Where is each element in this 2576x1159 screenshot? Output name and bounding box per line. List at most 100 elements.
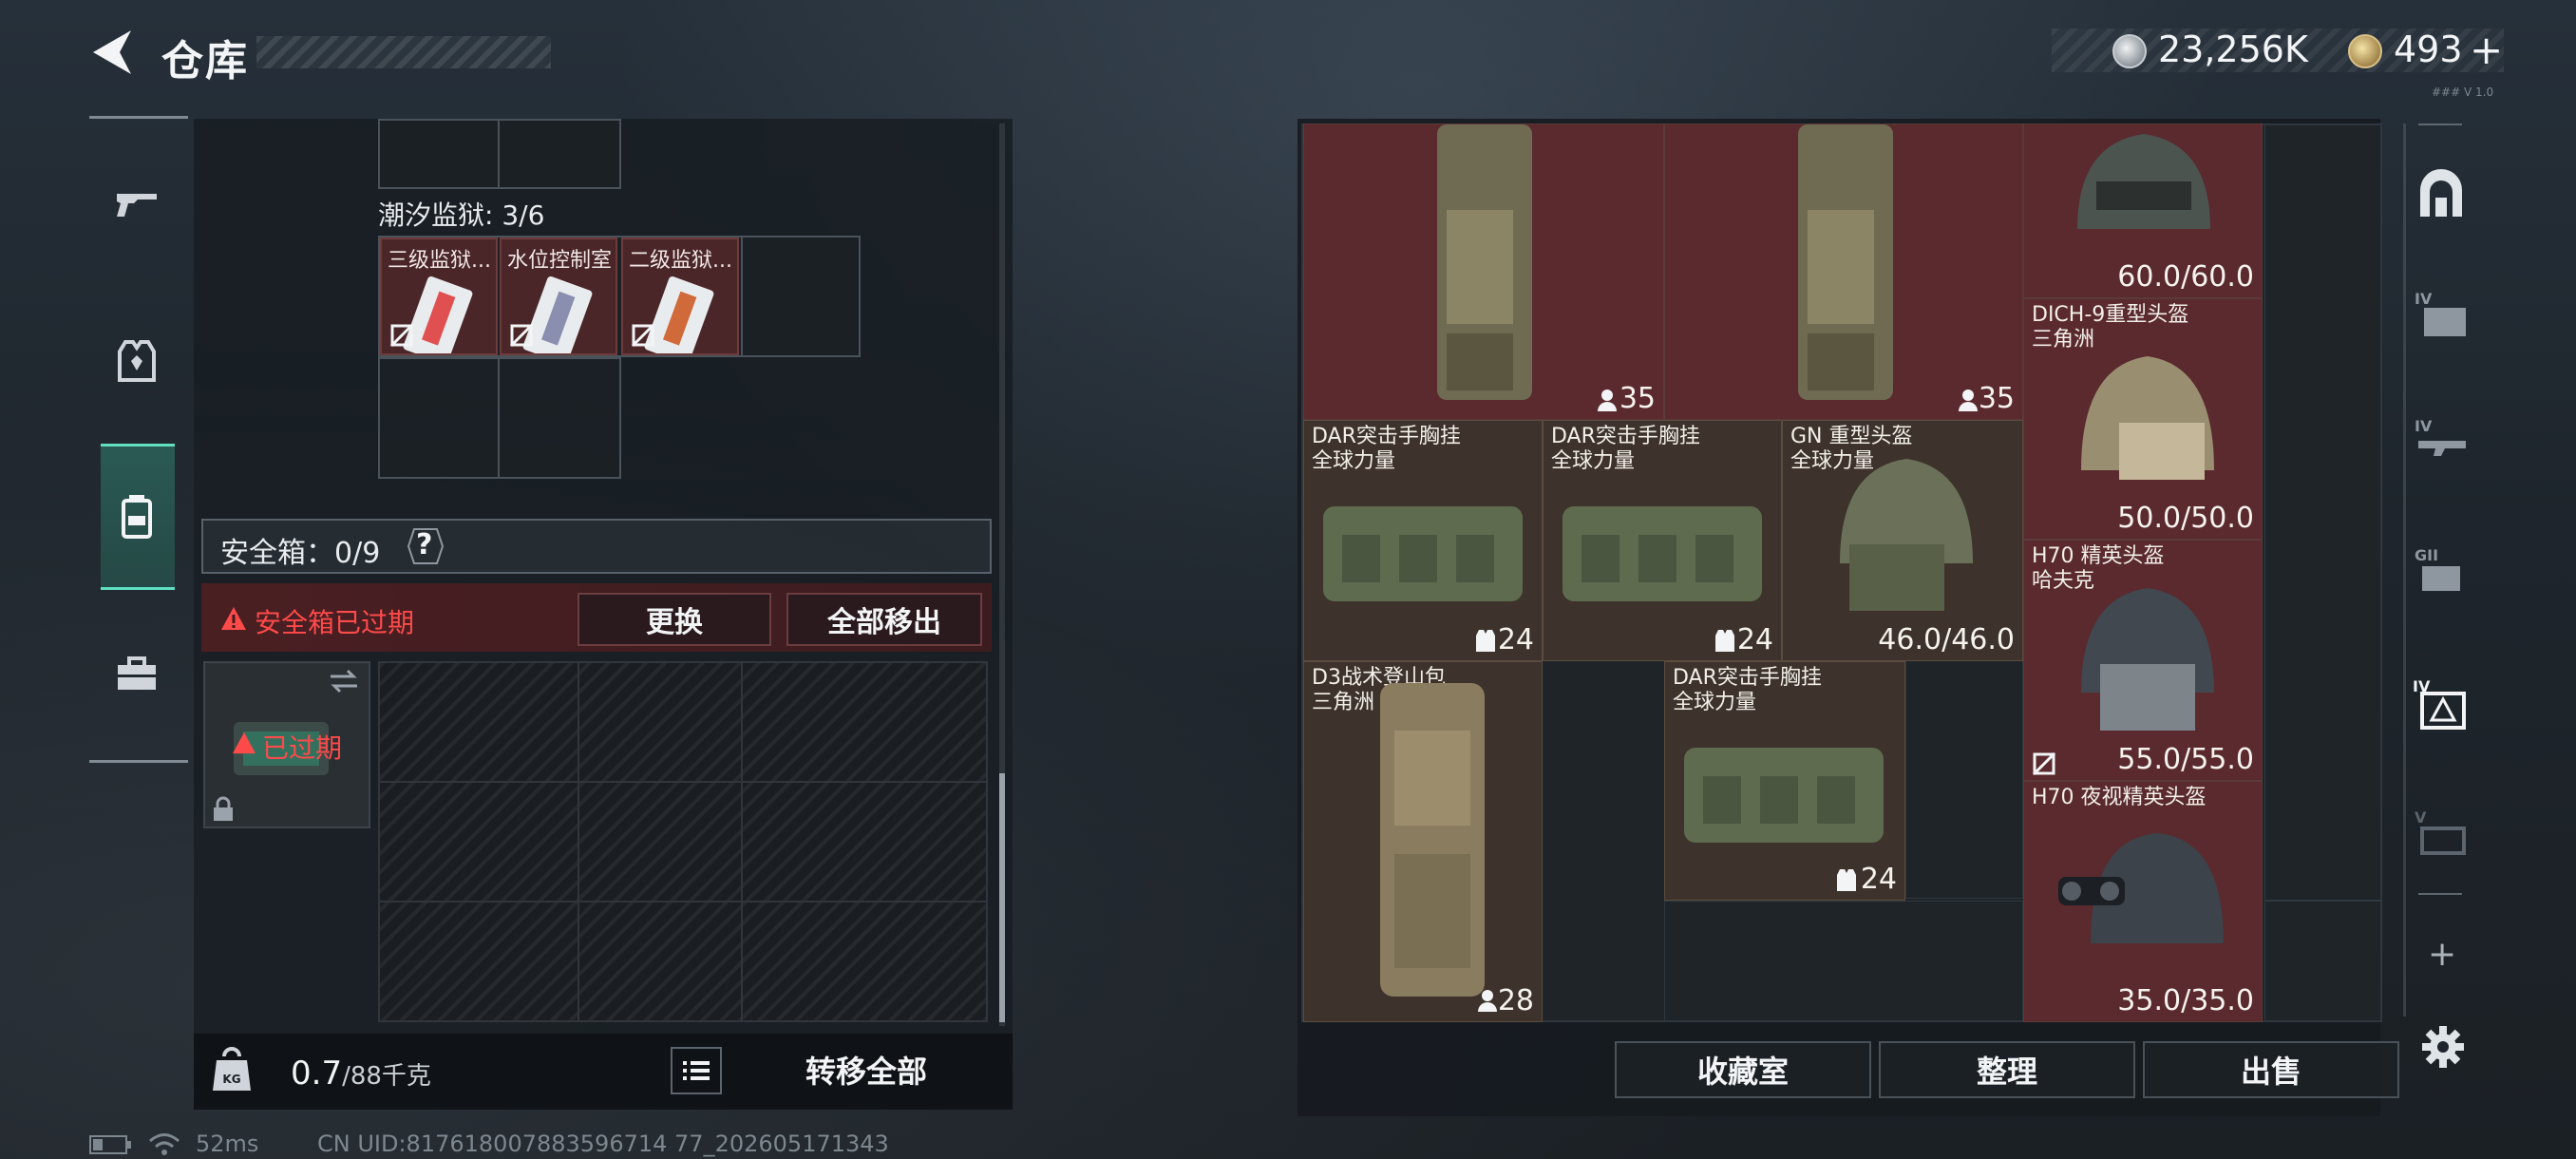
stash-item-rig[interactable]: DAR突击手胸挂 全球力量 24 (1543, 420, 1782, 661)
item-value: 24 (1736, 623, 1773, 656)
helmet-art (2081, 356, 2214, 480)
rail-tier-ii-case[interactable]: GII (2403, 532, 2479, 608)
person-icon (1478, 990, 1497, 1012)
swap-icon[interactable] (327, 667, 361, 695)
svg-text:IV: IV (2415, 417, 2433, 435)
tier-iv-rifle-icon: IV (2415, 417, 2466, 456)
add-currency-button[interactable]: + (2470, 27, 2503, 73)
weight-unit: /88千克 (342, 1062, 431, 1091)
inventory-scroll-thumb[interactable] (999, 773, 1005, 1022)
page-title: 仓库 (161, 37, 249, 86)
briefcase-icon (118, 656, 156, 690)
rail-tier-iv-rifle[interactable]: IV (2403, 403, 2479, 479)
svg-text:IV: IV (2415, 290, 2433, 308)
stash-item-helmet[interactable]: GN 重型头盔 全球力量 46.0/46.0 (1782, 420, 2023, 661)
lock-icon (214, 796, 233, 821)
helmet-art (1840, 459, 1973, 611)
rail-tier-v-case[interactable]: V (2403, 794, 2479, 870)
help-button[interactable]: ? (416, 528, 432, 561)
stash-item-rig[interactable]: 35 (1664, 124, 2023, 420)
item-value: 35.0/35.0 (2117, 984, 2254, 1017)
item-value: 35 (1619, 382, 1656, 415)
person-icon (1959, 390, 1978, 411)
tier-v-case-icon: V (2415, 808, 2466, 855)
weight-readout: 0.7/88千克 (291, 1054, 431, 1092)
wifi-icon (149, 1133, 180, 1155)
move-all-out-button[interactable]: 全部移出 (786, 593, 982, 646)
stash-item-rig[interactable]: DAR突击手胸挂 全球力量 24 (1303, 420, 1543, 661)
stash-item-rig[interactable]: DAR突击手胸挂 全球力量 24 (1664, 661, 1905, 901)
stash-item-helmet[interactable]: H70 夜视精英头盔 35.0/35.0 (2023, 781, 2263, 1022)
item-value: 55.0/55.0 (2117, 743, 2254, 776)
gun-icon (117, 194, 157, 217)
nav-armor[interactable] (99, 323, 175, 399)
nav-frame-top (89, 116, 188, 119)
key-name: 水位控制室 (507, 249, 613, 273)
container-grid-top (378, 119, 621, 189)
key-card[interactable]: 水位控制室 (500, 238, 617, 355)
rail-arch[interactable] (2403, 156, 2479, 232)
expired-label: 已过期 (262, 732, 343, 764)
chest-rig-art (1684, 748, 1884, 843)
ping-readout: 52ms (196, 1130, 259, 1157)
key-name: 二级监狱... (629, 249, 732, 273)
back-arrow-icon[interactable] (87, 27, 137, 78)
silver-balance: 23,256K (2158, 28, 2308, 70)
empty-slot (2264, 901, 2382, 1022)
svg-text:V: V (2415, 808, 2427, 826)
grid-divider (378, 781, 988, 783)
gear-icon[interactable] (2420, 1024, 2466, 1070)
chest-rig-art (1798, 124, 1893, 400)
weight-icon: KG (213, 1047, 251, 1091)
organize-button[interactable]: 整理 (1879, 1041, 2135, 1098)
item-value: 60.0/60.0 (2117, 260, 2254, 294)
expired-warning-icon (233, 732, 256, 754)
item-name: DAR突击手胸挂 全球力量 (1312, 425, 1461, 473)
no-insure-icon (509, 323, 534, 348)
uid-readout: CN UID:817618007883596714 77_20260517134… (317, 1130, 889, 1157)
collection-room-button[interactable]: 收藏室 (1615, 1041, 1871, 1098)
rail-tier-iv-active[interactable]: IV (2403, 665, 2479, 741)
vest-icon (1837, 869, 1856, 891)
key-lower-grid (378, 357, 621, 479)
helmet-art (2081, 588, 2214, 731)
version-text: ### V 1.0 (2432, 86, 2494, 99)
nav-case[interactable] (99, 636, 175, 712)
sell-button[interactable]: 出售 (2143, 1041, 2399, 1098)
battery-icon (89, 1135, 131, 1154)
stash-item-rig[interactable]: 35 (1303, 124, 1664, 420)
transfer-all-button[interactable]: 转移全部 (731, 1041, 1001, 1098)
item-value: 50.0/50.0 (2117, 502, 2254, 535)
stash-item-backpack[interactable]: D3战术登山包 三角洲 28 (1303, 661, 1543, 1022)
add-icon[interactable]: + (2428, 935, 2456, 974)
stash-item-helmet[interactable]: DICH-9重型头盔 三角洲 50.0/50.0 (2023, 298, 2263, 540)
grid-divider (498, 119, 500, 189)
safebox-locked-grid (378, 661, 988, 1022)
key-card[interactable]: 三级监狱... (380, 238, 498, 355)
list-view-button[interactable] (671, 1047, 722, 1094)
rail-tier-iv-folder[interactable]: IV (2403, 276, 2479, 352)
silver-coin-icon (2112, 34, 2147, 68)
replace-button[interactable]: 更换 (578, 593, 771, 646)
rail-separator (2418, 124, 2462, 125)
key-card[interactable]: 二级监狱... (621, 238, 739, 355)
chest-rig-art (1323, 506, 1523, 601)
item-value: 46.0/46.0 (1878, 623, 2015, 656)
safebox-label: 安全箱：0/9 (220, 537, 381, 570)
grid-divider (378, 901, 988, 902)
stash-item-helmet[interactable]: H70 精英头盔 哈夫克 55.0/55.0 (2023, 540, 2263, 781)
nav-backpack[interactable] (99, 479, 175, 555)
chest-rig-art (1437, 124, 1532, 400)
person-icon (1598, 390, 1617, 411)
no-insure-icon (389, 323, 414, 348)
grid-divider (498, 357, 500, 479)
stash-item-helmet[interactable]: 60.0/60.0 (2023, 124, 2263, 298)
backpack-icon (122, 495, 152, 539)
vest-icon (1476, 630, 1495, 652)
nav-weapons[interactable] (99, 165, 175, 241)
armor-vest-icon (118, 340, 156, 382)
list-icon (683, 1061, 710, 1080)
warning-icon (221, 607, 246, 630)
no-insure-icon (631, 323, 655, 348)
nav-frame-bottom (89, 760, 188, 763)
